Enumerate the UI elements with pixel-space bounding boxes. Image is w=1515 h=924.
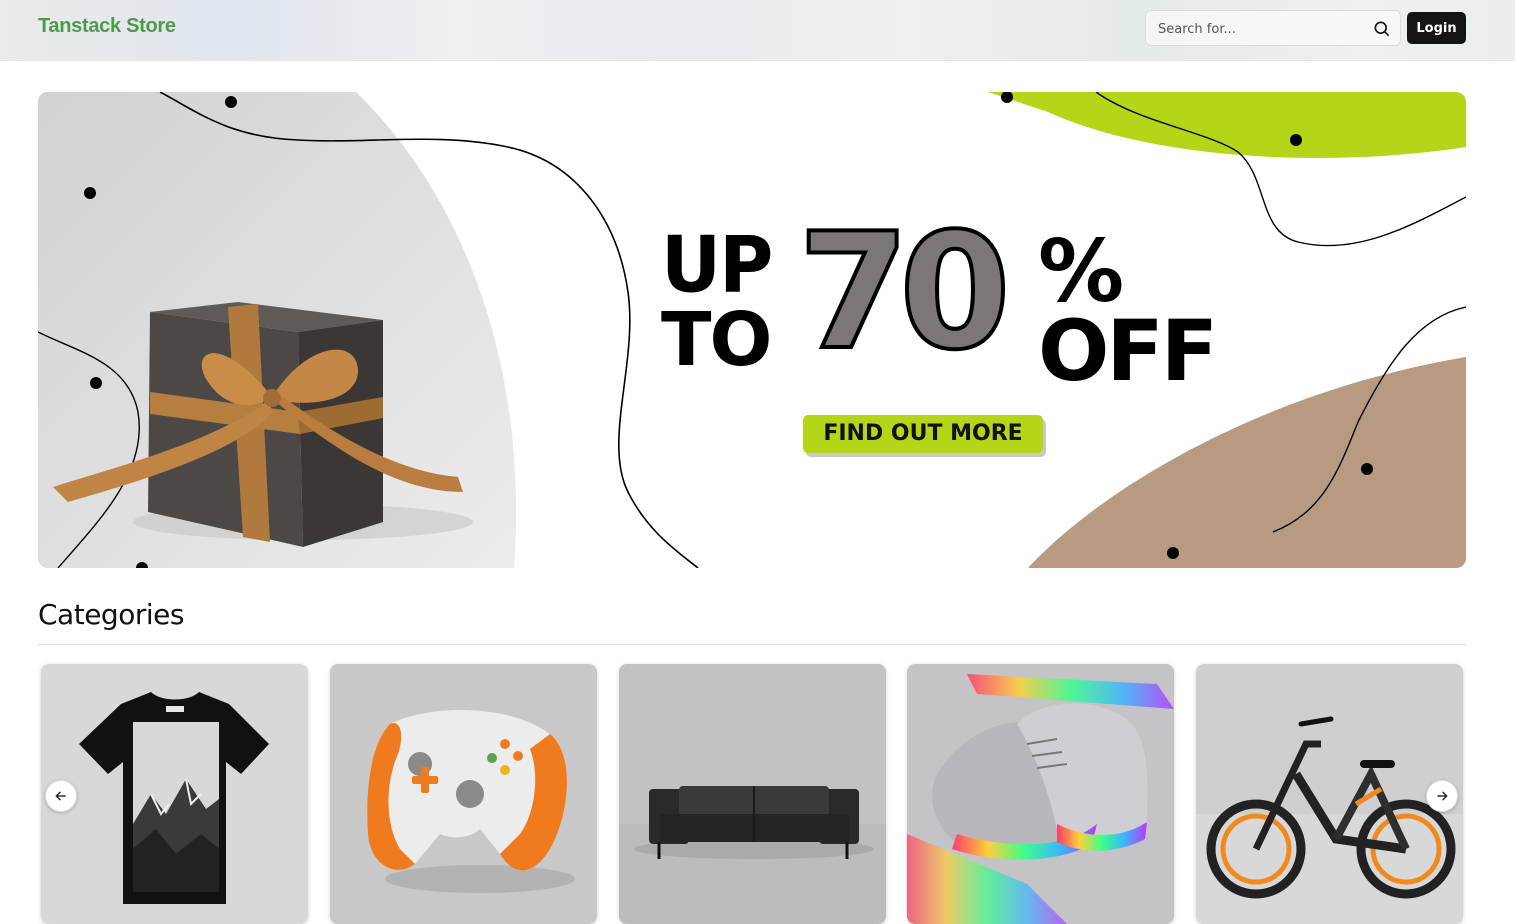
find-out-more-button[interactable]: FIND OUT MORE — [803, 415, 1043, 453]
arrow-left-icon — [55, 791, 66, 801]
search-icon[interactable] — [1372, 19, 1392, 39]
promo-text-to: TO — [661, 297, 772, 383]
category-card-sofa[interactable] — [619, 664, 886, 924]
category-card-tshirt[interactable] — [41, 664, 308, 924]
shoes-image — [907, 664, 1174, 924]
top-nav-bar: Tanstack Store Login — [0, 0, 1515, 61]
bike-image — [1196, 664, 1463, 924]
search-input[interactable] — [1158, 18, 1373, 40]
promo-discount-number: 70 — [796, 198, 1013, 385]
categories-heading: Categories — [38, 598, 184, 631]
controller-image — [330, 664, 597, 924]
promo-banner[interactable]: UP TO 70 % OFF FIND OUT MORE — [38, 92, 1466, 568]
arrow-right-icon — [1437, 791, 1448, 801]
sofa-image — [619, 664, 886, 924]
tshirt-image — [41, 664, 308, 924]
carousel-next-button[interactable] — [1426, 780, 1458, 812]
search-box — [1145, 10, 1401, 46]
category-card-controller[interactable] — [330, 664, 597, 924]
carousel-prev-button[interactable] — [45, 780, 77, 812]
categories-divider — [38, 644, 1466, 645]
category-card-bike[interactable] — [1196, 664, 1463, 924]
login-button[interactable]: Login — [1407, 12, 1466, 44]
promo-text-off: OFF — [1038, 302, 1218, 400]
brand-logo[interactable]: Tanstack Store — [38, 15, 176, 38]
categories-carousel — [41, 664, 1466, 924]
category-card-shoes[interactable] — [907, 664, 1174, 924]
